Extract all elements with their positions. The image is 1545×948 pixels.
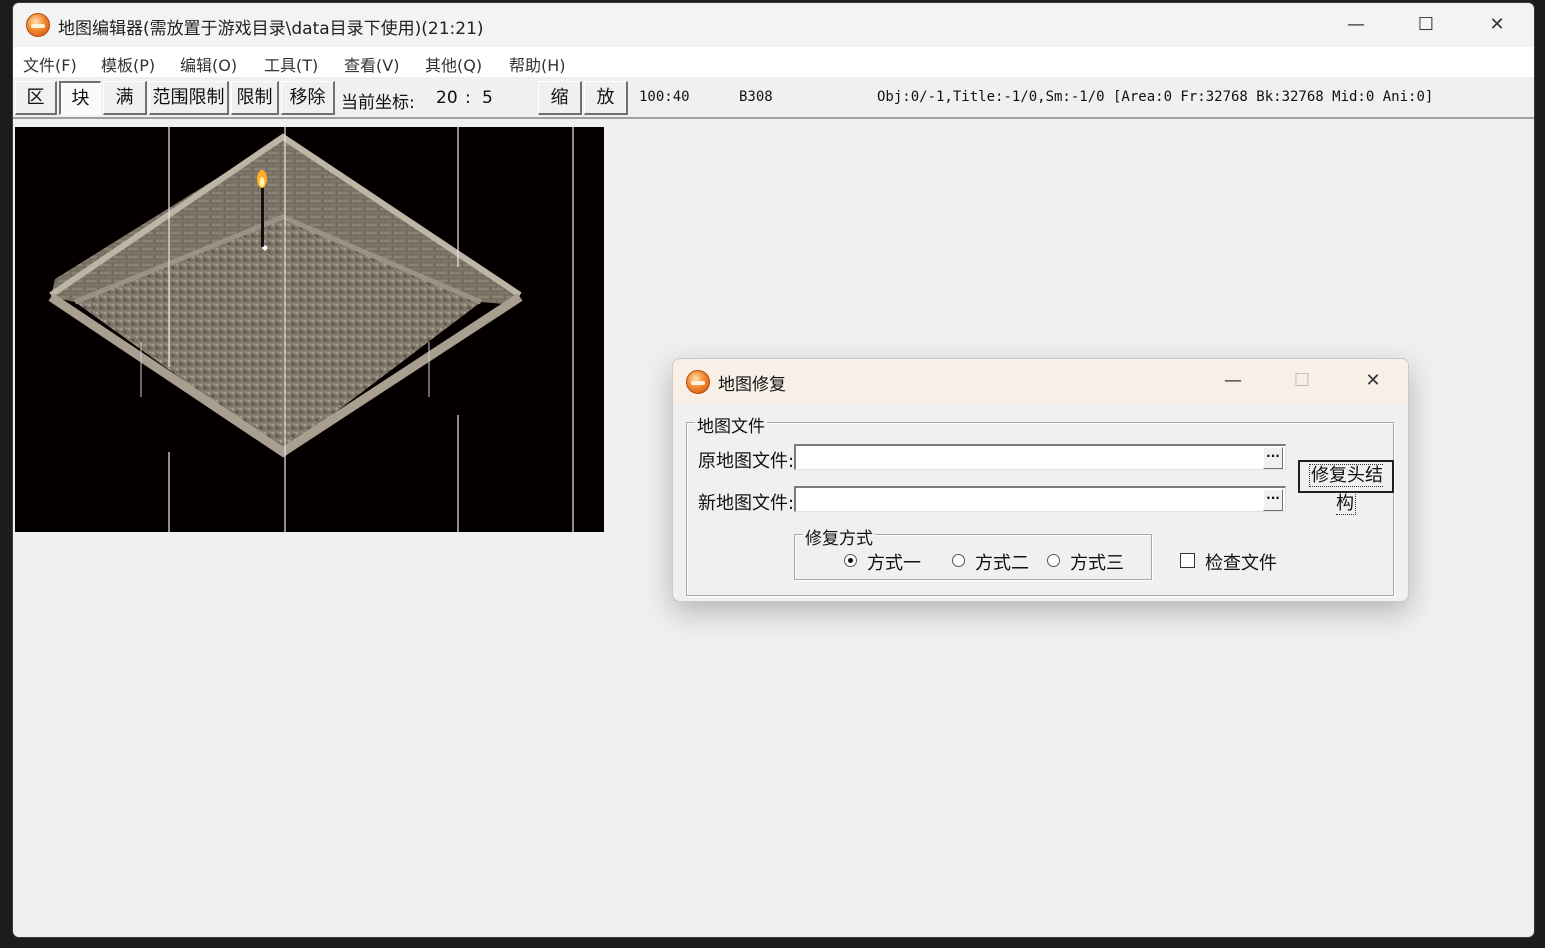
- check-file-label[interactable]: 检查文件: [1205, 549, 1277, 575]
- target-file-label: 新地图文件:: [698, 493, 795, 514]
- source-file-label: 原地图文件:: [698, 451, 795, 472]
- source-browse-button[interactable]: ···: [1263, 447, 1283, 469]
- coord-x: 20: [436, 88, 458, 108]
- method-three-radio[interactable]: [1047, 554, 1060, 567]
- menu-tools[interactable]: 工具(T): [264, 52, 318, 76]
- method-one-radio[interactable]: [844, 554, 857, 567]
- target-file-input[interactable]: [794, 486, 1286, 512]
- map-render: [48, 127, 574, 532]
- method-two-label[interactable]: 方式二: [975, 549, 1029, 575]
- coord-y: 5: [482, 88, 493, 108]
- dialog-minimize-button[interactable]: —: [1213, 367, 1253, 395]
- dialog-close-button[interactable]: ✕: [1353, 367, 1393, 395]
- coord-label: 当前坐标:: [341, 93, 415, 113]
- map-repair-dialog: 地图修复 — ☐ ✕ 地图文件 原地图文件: ··· 新地图文件: ··· 修复…: [672, 358, 1409, 602]
- map-file-group-title: 地图文件: [695, 412, 767, 437]
- limit-button[interactable]: 限制: [231, 81, 279, 115]
- remove-button[interactable]: 移除: [281, 81, 335, 115]
- dialog-maximize-button: ☐: [1293, 370, 1311, 391]
- map-size: 100:40: [639, 89, 690, 105]
- method-one-label[interactable]: 方式一: [867, 549, 921, 575]
- app-icon: [26, 13, 50, 37]
- zoom-in-button[interactable]: 放: [584, 81, 628, 115]
- map-canvas[interactable]: [15, 127, 604, 532]
- dialog-title: 地图修复: [718, 375, 786, 395]
- title-bar: 地图编辑器(需放置于游戏目录\data目录下使用)(21:21) — ☐ ✕: [13, 3, 1534, 47]
- target-browse-button[interactable]: ···: [1263, 489, 1283, 511]
- menu-other[interactable]: 其他(Q): [425, 52, 482, 76]
- menu-template[interactable]: 模板(P): [101, 52, 155, 76]
- zoom-out-button[interactable]: 缩: [538, 81, 582, 115]
- range-limit-button[interactable]: 范围限制: [149, 81, 229, 115]
- dialog-app-icon: [686, 370, 710, 394]
- dialog-title-bar: 地图修复 — ☐ ✕: [673, 359, 1408, 403]
- maximize-button[interactable]: ☐: [1406, 11, 1446, 39]
- source-file-input[interactable]: [794, 444, 1286, 470]
- repair-header-button[interactable]: 修复头结构: [1298, 460, 1394, 515]
- window-title: 地图编辑器(需放置于游戏目录\data目录下使用)(21:21): [58, 19, 484, 39]
- area-button[interactable]: 区: [15, 81, 57, 115]
- menu-bar: 文件(F) 模板(P) 编辑(O) 工具(T) 查看(V) 其他(Q) 帮助(H…: [13, 47, 1534, 77]
- status-info: Obj:0/-1,Title:-1/0,Sm:-1/0 [Area:0 Fr:3…: [877, 89, 1434, 105]
- coord-separator: :: [465, 88, 471, 108]
- block-button[interactable]: 块: [59, 81, 101, 115]
- minimize-button[interactable]: —: [1336, 11, 1376, 39]
- repair-method-group-title: 修复方式: [803, 524, 875, 549]
- method-three-label[interactable]: 方式三: [1070, 549, 1124, 575]
- method-two-radio[interactable]: [952, 554, 965, 567]
- map-code: B308: [739, 89, 773, 105]
- menu-edit[interactable]: 编辑(O): [180, 52, 237, 76]
- torch-pole: [261, 187, 264, 247]
- toolbar: 区 块 满 范围限制 限制 移除 当前坐标: 20 : 5 缩 放 100:40…: [13, 77, 1534, 119]
- menu-view[interactable]: 查看(V): [344, 52, 399, 76]
- menu-help[interactable]: 帮助(H): [509, 52, 566, 76]
- check-file-checkbox[interactable]: [1180, 553, 1195, 568]
- close-button[interactable]: ✕: [1477, 11, 1517, 39]
- menu-file[interactable]: 文件(F): [23, 52, 77, 76]
- fill-button[interactable]: 满: [103, 81, 147, 115]
